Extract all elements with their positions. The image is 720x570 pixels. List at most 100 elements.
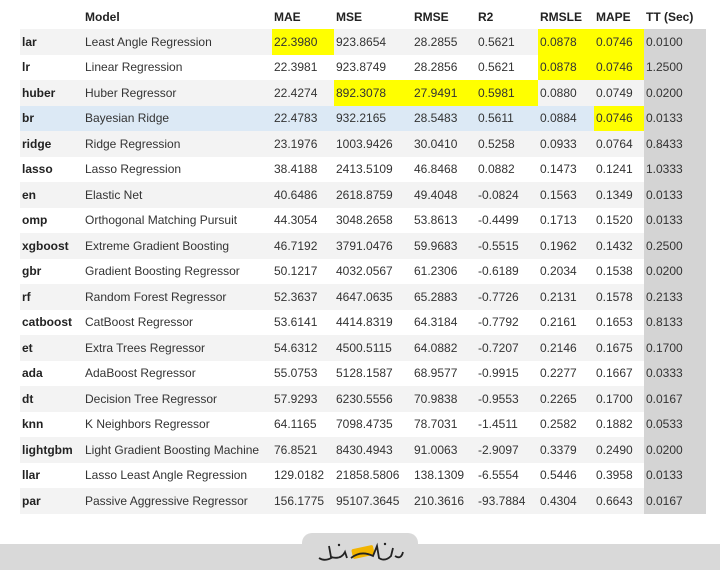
table-row[interactable]: dt Decision Tree Regressor 57.9293 6230.555… bbox=[20, 386, 706, 412]
cell-tt: 0.2133 bbox=[644, 284, 706, 310]
cell-mae: 40.6486 bbox=[272, 182, 334, 208]
table-row[interactable]: ada AdaBoost Regressor 55.0753 5128.1587 68.… bbox=[20, 360, 706, 386]
cell-tt: 0.0133 bbox=[644, 105, 706, 131]
cell-id: gbr bbox=[20, 258, 83, 284]
header-model: Model bbox=[85, 10, 120, 24]
cell-r2: -0.6189 bbox=[476, 258, 538, 284]
table-row[interactable]: par Passive Aggressive Regressor 156.1775 9… bbox=[20, 488, 706, 514]
cell-model: CatBoost Regressor bbox=[83, 309, 272, 335]
cell-mse: 4414.8319 bbox=[334, 309, 412, 335]
cell-r2: 0.0882 bbox=[476, 156, 538, 182]
cell-rmsle: 0.4304 bbox=[538, 488, 594, 514]
cell-mape: 0.1653 bbox=[594, 309, 644, 335]
cell-r2: 0.5981 bbox=[476, 80, 538, 106]
cell-mae: 55.0753 bbox=[272, 360, 334, 386]
cell-model: AdaBoost Regressor bbox=[83, 360, 272, 386]
cell-rmsle: 0.0880 bbox=[538, 80, 594, 106]
table-row[interactable]: knn K Neighbors Regressor 64.1165 7098.4735… bbox=[20, 411, 706, 437]
cell-rmsle: 0.2131 bbox=[538, 284, 594, 310]
cell-mae: 52.3637 bbox=[272, 284, 334, 310]
cell-rmsle: 0.0884 bbox=[538, 105, 594, 131]
cell-tt: 0.8433 bbox=[644, 131, 706, 157]
cell-mse: 3791.0476 bbox=[334, 233, 412, 259]
cell-rmsle: 0.2277 bbox=[538, 360, 594, 386]
cell-r2: 0.5621 bbox=[476, 29, 538, 55]
cell-tt: 0.0100 bbox=[644, 29, 706, 55]
cell-rmse: 49.4048 bbox=[412, 182, 476, 208]
cell-model: Elastic Net bbox=[83, 182, 272, 208]
cell-tt: 0.0133 bbox=[644, 462, 706, 488]
cell-mae: 23.1976 bbox=[272, 131, 334, 157]
cell-rmsle: 0.0933 bbox=[538, 131, 594, 157]
cell-model: Lasso Least Angle Regression bbox=[83, 462, 272, 488]
table-row[interactable]: gbr Gradient Boosting Regressor 50.1217 403… bbox=[20, 258, 706, 284]
cell-mse: 4500.5115 bbox=[334, 335, 412, 361]
model-comparison-table: Model MAE MSE RMSE R2 RMSLE MAPE TT (Sec… bbox=[20, 5, 706, 514]
cell-model: Random Forest Regressor bbox=[83, 284, 272, 310]
cell-mse: 2413.5109 bbox=[334, 156, 412, 182]
header-mse: MSE bbox=[336, 10, 363, 24]
cell-mae: 54.6312 bbox=[272, 335, 334, 361]
cell-id: ridge bbox=[20, 131, 83, 157]
cell-r2: 0.5258 bbox=[476, 131, 538, 157]
cell-tt: 0.1700 bbox=[644, 335, 706, 361]
header-rmse: RMSE bbox=[414, 10, 449, 24]
cell-model: K Neighbors Regressor bbox=[83, 411, 272, 437]
table-row[interactable]: lightgbm Light Gradient Boosting Machine 7… bbox=[20, 437, 706, 463]
cell-r2: 0.5621 bbox=[476, 54, 538, 80]
cell-id: et bbox=[20, 335, 83, 361]
cell-tt: 0.0333 bbox=[644, 360, 706, 386]
cell-mae: 44.3054 bbox=[272, 207, 334, 233]
table-row[interactable]: xgboost Extreme Gradient Boosting 46.7192 3… bbox=[20, 233, 706, 259]
table-row[interactable]: br Bayesian Ridge 22.4783 932.2165 28.5483 0.… bbox=[20, 105, 706, 131]
table-row[interactable]: ridge Ridge Regression 23.1976 1003.9426 30.… bbox=[20, 131, 706, 157]
cell-model: Bayesian Ridge bbox=[83, 105, 272, 131]
cell-rmse: 70.9838 bbox=[412, 386, 476, 412]
cell-tt: 0.0167 bbox=[644, 488, 706, 514]
cell-mse: 932.2165 bbox=[334, 105, 412, 131]
cell-mse: 1003.9426 bbox=[334, 131, 412, 157]
cell-rmse: 61.2306 bbox=[412, 258, 476, 284]
cell-mae: 22.3980 bbox=[272, 29, 334, 55]
table-row[interactable]: huber Huber Regressor 22.4274 892.3078 27.94… bbox=[20, 80, 706, 106]
cell-rmse: 64.0882 bbox=[412, 335, 476, 361]
table-row[interactable]: lasso Lasso Regression 38.4188 2413.5109 46.… bbox=[20, 156, 706, 182]
cell-rmse: 28.5483 bbox=[412, 105, 476, 131]
cell-model: Extra Trees Regressor bbox=[83, 335, 272, 361]
cell-mape: 0.1538 bbox=[594, 258, 644, 284]
cell-model: Least Angle Regression bbox=[83, 29, 272, 55]
table-row[interactable]: omp Orthogonal Matching Pursuit 44.3054 304… bbox=[20, 207, 706, 233]
cell-rmse: 28.2855 bbox=[412, 29, 476, 55]
table-row[interactable]: en Elastic Net 40.6486 2618.8759 49.4048 -0.0… bbox=[20, 182, 706, 208]
table-row[interactable]: lr Linear Regression 22.3981 923.8749 28.285… bbox=[20, 54, 706, 80]
cell-rmse: 138.1309 bbox=[412, 462, 476, 488]
cell-model: Huber Regressor bbox=[83, 80, 272, 106]
cell-mse: 923.8654 bbox=[334, 29, 412, 55]
cell-mse: 21858.5806 bbox=[334, 462, 412, 488]
cell-mse: 923.8749 bbox=[334, 54, 412, 80]
table-row[interactable]: rf Random Forest Regressor 52.3637 4647.063… bbox=[20, 284, 706, 310]
cell-model: Extreme Gradient Boosting bbox=[83, 233, 272, 259]
cell-rmsle: 0.1962 bbox=[538, 233, 594, 259]
cell-rmsle: 0.0878 bbox=[538, 54, 594, 80]
table-row[interactable]: et Extra Trees Regressor 54.6312 4500.5115 6… bbox=[20, 335, 706, 361]
cell-r2: -0.7207 bbox=[476, 335, 538, 361]
cell-mape: 0.0764 bbox=[594, 131, 644, 157]
cell-mse: 892.3078 bbox=[334, 80, 412, 106]
cell-mae: 57.9293 bbox=[272, 386, 334, 412]
cell-tt: 0.0533 bbox=[644, 411, 706, 437]
cell-tt: 0.0200 bbox=[644, 437, 706, 463]
cell-rmse: 28.2856 bbox=[412, 54, 476, 80]
table-row[interactable]: lar Least Angle Regression 22.3980 923.8654… bbox=[20, 29, 706, 55]
cell-tt: 0.8133 bbox=[644, 309, 706, 335]
cell-mape: 0.1675 bbox=[594, 335, 644, 361]
table-row[interactable]: llar Lasso Least Angle Regression 129.0182… bbox=[20, 462, 706, 488]
table-row[interactable]: catboost CatBoost Regressor 53.6141 4414.83… bbox=[20, 309, 706, 335]
cell-rmsle: 0.1563 bbox=[538, 182, 594, 208]
cell-mae: 46.7192 bbox=[272, 233, 334, 259]
cell-r2: -2.9097 bbox=[476, 437, 538, 463]
cell-mape: 0.1349 bbox=[594, 182, 644, 208]
cell-id: omp bbox=[20, 207, 83, 233]
cell-mape: 0.1667 bbox=[594, 360, 644, 386]
cell-model: Gradient Boosting Regressor bbox=[83, 258, 272, 284]
